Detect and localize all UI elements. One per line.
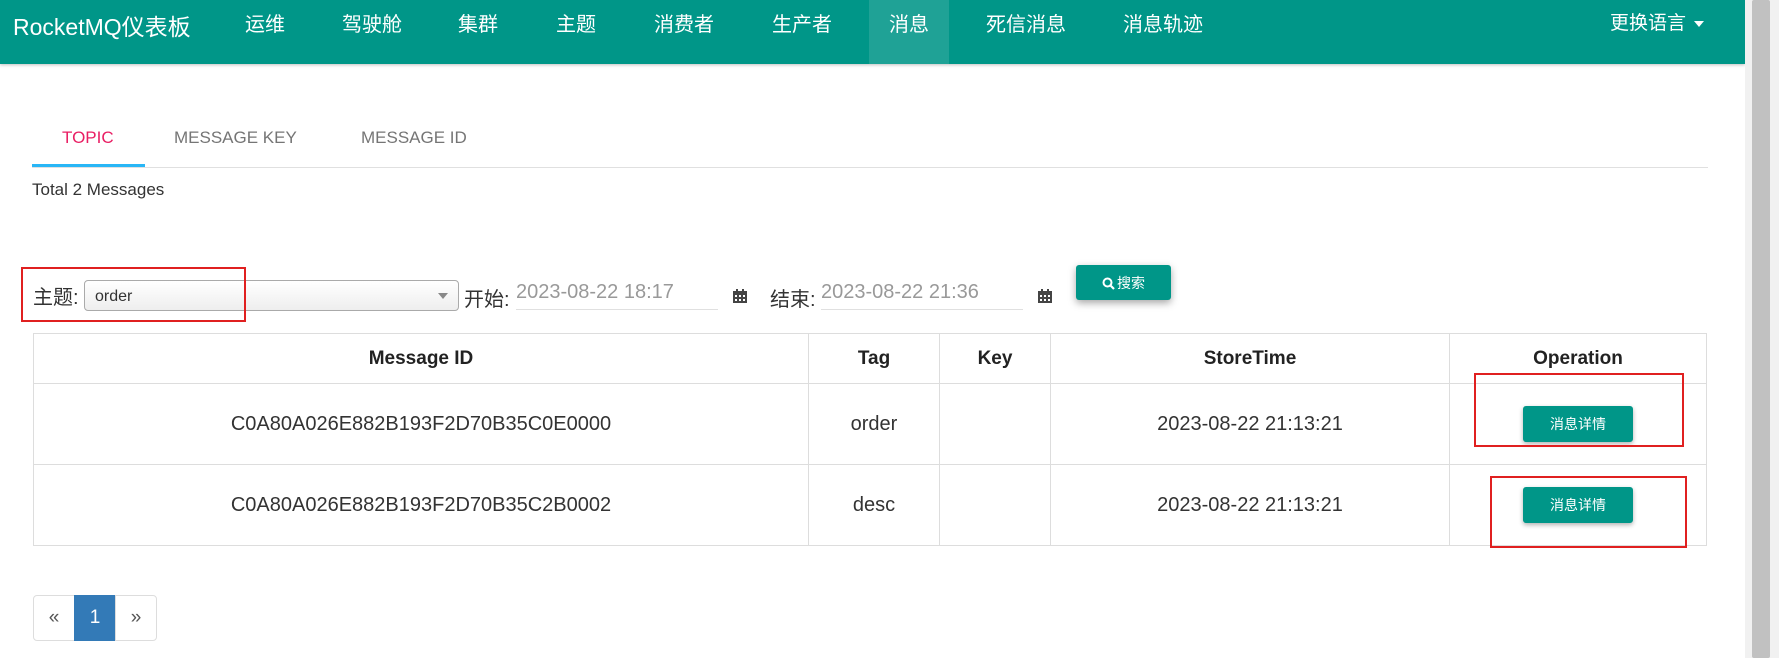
tab-message-key[interactable]: MESSAGE KEY [174,128,297,148]
search-mode-tabs: TOPIC MESSAGE KEY MESSAGE ID [32,118,1708,168]
chevron-down-icon [438,293,448,299]
pagination-next[interactable]: » [115,595,157,641]
nav-item-producer[interactable]: 生产者 [766,0,838,64]
nav-item-message[interactable]: 消息 [869,0,949,64]
nav-item-cluster[interactable]: 集群 [452,0,504,64]
nav-item-consumer[interactable]: 消费者 [648,0,720,64]
tab-topic[interactable]: TOPIC [62,128,114,148]
cell-tag: order [808,383,940,465]
language-dropdown[interactable]: 更换语言 [1610,8,1705,35]
start-time-input[interactable] [516,276,718,310]
cell-key [939,464,1051,546]
nav-item-message-trace[interactable]: 消息轨迹 [1117,0,1209,64]
nav-item-dashboard[interactable]: 驾驶舱 [336,0,408,64]
message-table: Message ID Tag Key StoreTime Operation C… [33,333,1707,546]
active-tab-indicator [32,164,145,167]
tab-message-id[interactable]: MESSAGE ID [361,128,467,148]
table-header-row: Message ID Tag Key StoreTime Operation [33,333,1707,384]
scrollbar-thumb[interactable] [1752,0,1770,658]
cell-message-id: C0A80A026E882B193F2D70B35C0E0000 [33,383,809,465]
column-header-store-time: StoreTime [1050,333,1450,384]
search-button[interactable]: 搜索 [1076,265,1171,300]
nav-item-topic[interactable]: 主题 [550,0,602,64]
search-button-label: 搜索 [1117,274,1145,291]
column-header-key: Key [939,333,1051,384]
pagination: « 1 » [33,595,157,641]
nav-item-dlq-message[interactable]: 死信消息 [980,0,1072,64]
highlight-box-topic [21,267,246,322]
column-header-message-id: Message ID [33,333,809,384]
table-row: C0A80A026E882B193F2D70B35C0E0000 order 2… [33,383,1707,465]
end-label: 结束: [770,289,816,311]
cell-tag: desc [808,464,940,546]
start-label: 开始: [464,289,510,311]
brand-logo[interactable]: RocketMQ仪表板 [13,8,191,42]
end-time-input[interactable] [821,276,1023,310]
cell-store-time: 2023-08-22 21:13:21 [1050,464,1450,546]
highlight-box-detail-2 [1490,476,1687,548]
top-navbar: RocketMQ仪表板 运维 驾驶舱 集群 主题 消费者 生产者 消息 死信消息… [0,0,1745,64]
table-row: C0A80A026E882B193F2D70B35C2B0002 desc 20… [33,464,1707,546]
column-header-tag: Tag [808,333,940,384]
highlight-box-detail-1 [1474,373,1684,447]
language-label: 更换语言 [1610,13,1687,34]
pagination-page-1[interactable]: 1 [74,595,116,641]
cell-store-time: 2023-08-22 21:13:21 [1050,383,1450,465]
cell-message-id: C0A80A026E882B193F2D70B35C2B0002 [33,464,809,546]
caret-down-icon [1694,20,1705,27]
calendar-icon[interactable] [1037,288,1053,304]
total-messages-text: Total 2 Messages [32,180,165,199]
search-icon [1102,277,1115,290]
calendar-icon[interactable] [732,288,748,304]
cell-key [939,383,1051,465]
nav-item-ops[interactable]: 运维 [239,0,291,64]
pagination-prev[interactable]: « [33,595,75,641]
